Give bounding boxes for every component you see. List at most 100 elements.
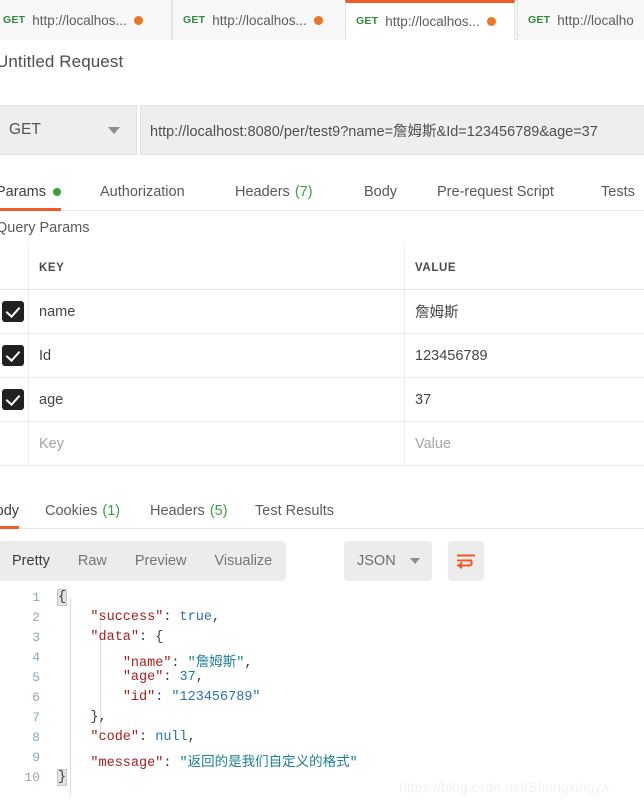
- checkbox-checked-icon[interactable]: [2, 301, 24, 322]
- row-key-cell[interactable]: Id: [29, 333, 405, 378]
- response-tab-headers-label: Headers: [150, 502, 205, 519]
- url-bar: GET http://localhost:8080/per/test9?name…: [0, 105, 644, 155]
- response-body-viewer[interactable]: 1{2 "success": true, 3 "data": {4 "name":…: [0, 589, 644, 808]
- response-tab-bar: Body Cookies (1) Headers (5) Test Result…: [0, 493, 644, 529]
- json-line: 3 "data": {: [0, 630, 644, 650]
- tab-url-label: http://localhos...: [385, 13, 480, 29]
- row-key-placeholder: Key: [39, 435, 64, 452]
- json-token: null: [155, 730, 188, 745]
- tab-authorization[interactable]: Authorization: [100, 173, 185, 210]
- json-token: ,: [244, 656, 253, 671]
- response-tab-cookies[interactable]: Cookies (1): [45, 493, 120, 528]
- tab-params[interactable]: Params: [0, 173, 61, 211]
- request-tab-strip: GET http://localhos... GET http://localh…: [0, 0, 644, 40]
- json-line: 1{: [0, 589, 644, 610]
- tab-method-label: GET: [3, 14, 26, 26]
- request-tab-3-active[interactable]: GET http://localhos...: [345, 0, 515, 40]
- tab-url-label: http://localhos...: [212, 12, 307, 28]
- view-raw-button[interactable]: Raw: [64, 553, 121, 569]
- checkbox-checked-icon[interactable]: [2, 345, 24, 366]
- response-tab-headers[interactable]: Headers (5): [150, 493, 228, 528]
- row-value-cell[interactable]: 詹姆斯: [405, 290, 644, 334]
- chevron-down-icon: [410, 558, 420, 564]
- row-key-cell[interactable]: Key: [29, 421, 405, 466]
- json-line-code: "code": null,: [58, 730, 196, 745]
- response-tab-cookies-label: Cookies: [45, 502, 98, 519]
- tab-headers-count: (7): [294, 183, 313, 200]
- tab-body[interactable]: Body: [364, 173, 397, 210]
- view-visualize-button[interactable]: Visualize: [200, 553, 286, 569]
- json-token: ,: [187, 730, 196, 745]
- request-subtab-bar: Params Authorization Headers (7) Body Pr…: [0, 173, 644, 211]
- line-number: 3: [32, 630, 40, 645]
- response-tab-test-results[interactable]: Test Results: [255, 493, 334, 528]
- row-value-cell[interactable]: 37: [405, 378, 644, 422]
- line-number: 1: [32, 590, 40, 605]
- row-checkbox-cell[interactable]: [0, 289, 29, 334]
- key-column-header: KEY: [29, 245, 405, 290]
- json-token: :: [155, 690, 172, 705]
- http-method-label: GET: [9, 121, 41, 138]
- response-tab-body-label: Body: [0, 502, 20, 519]
- json-line: 9 "message": "返回的是我们自定义的格式": [0, 750, 644, 771]
- checkbox-column-header: [0, 245, 29, 290]
- value-column-label: VALUE: [415, 261, 457, 274]
- request-title[interactable]: Untitled Request: [0, 52, 123, 72]
- tab-headers[interactable]: Headers (7): [235, 173, 313, 210]
- url-input[interactable]: http://localhost:8080/per/test9?name=詹姆斯…: [140, 105, 644, 155]
- response-tab-cookies-count: (1): [102, 502, 121, 519]
- json-line: 7 },: [0, 710, 644, 730]
- request-tab-4[interactable]: GET http://localho: [517, 0, 644, 40]
- row-checkbox-cell[interactable]: [0, 377, 29, 422]
- word-wrap-icon: [457, 554, 475, 569]
- json-token: "code": [90, 730, 140, 745]
- tab-method-label: GET: [183, 14, 206, 26]
- query-params-heading: Query Params: [0, 220, 90, 236]
- tab-tests[interactable]: Tests: [601, 173, 635, 210]
- unsaved-dot-icon: [313, 15, 323, 25]
- json-brace: }: [56, 769, 68, 786]
- json-token: :: [171, 656, 188, 671]
- json-token: :: [163, 756, 180, 771]
- row-value-cell[interactable]: Value: [405, 422, 644, 466]
- row-key-value: Id: [39, 347, 52, 364]
- request-tab-1[interactable]: GET http://localhos...: [0, 0, 172, 40]
- unsaved-dot-icon: [133, 15, 143, 25]
- row-checkbox-cell[interactable]: [0, 421, 29, 466]
- row-value-cell[interactable]: 123456789: [405, 334, 644, 378]
- request-tab-2[interactable]: GET http://localhos...: [172, 0, 346, 40]
- row-checkbox-cell[interactable]: [0, 333, 29, 378]
- view-preview-button[interactable]: Preview: [121, 553, 201, 569]
- row-key-cell[interactable]: name: [29, 289, 405, 334]
- line-number: 5: [32, 670, 40, 685]
- row-key-cell[interactable]: age: [29, 377, 405, 422]
- table-row: age 37: [0, 377, 644, 422]
- response-language-label: JSON: [357, 553, 396, 569]
- response-tab-body[interactable]: Body: [0, 493, 20, 529]
- json-token: true: [179, 610, 212, 625]
- json-token: "name": [122, 656, 172, 671]
- http-method-dropdown[interactable]: GET: [0, 105, 137, 155]
- checkbox-checked-icon[interactable]: [2, 389, 24, 410]
- json-line: 4 "name": "詹姆斯",: [0, 650, 644, 671]
- query-params-table: KEY VALUE name 詹姆斯 Id 123456789 age 37 K…: [0, 245, 644, 466]
- tab-url-label: http://localho: [557, 12, 634, 28]
- response-tab-test-results-label: Test Results: [255, 502, 334, 519]
- json-token: },: [58, 710, 107, 725]
- json-line-code: "data": {: [58, 630, 163, 645]
- view-pretty-button[interactable]: Pretty: [0, 553, 64, 569]
- word-wrap-button[interactable]: [448, 541, 484, 581]
- tab-pre-request-script[interactable]: Pre-request Script: [437, 173, 554, 210]
- json-brace: {: [56, 589, 68, 606]
- json-line: 2 "success": true,: [0, 610, 644, 630]
- row-value-value: 37: [415, 391, 432, 408]
- tab-url-label: http://localhos...: [32, 12, 127, 28]
- json-token: "success": [90, 610, 164, 625]
- line-number: 7: [32, 710, 40, 725]
- response-language-dropdown[interactable]: JSON: [344, 541, 432, 581]
- json-token: :: [163, 670, 180, 685]
- json-token: :: [139, 730, 156, 745]
- json-token: "data": [90, 630, 140, 645]
